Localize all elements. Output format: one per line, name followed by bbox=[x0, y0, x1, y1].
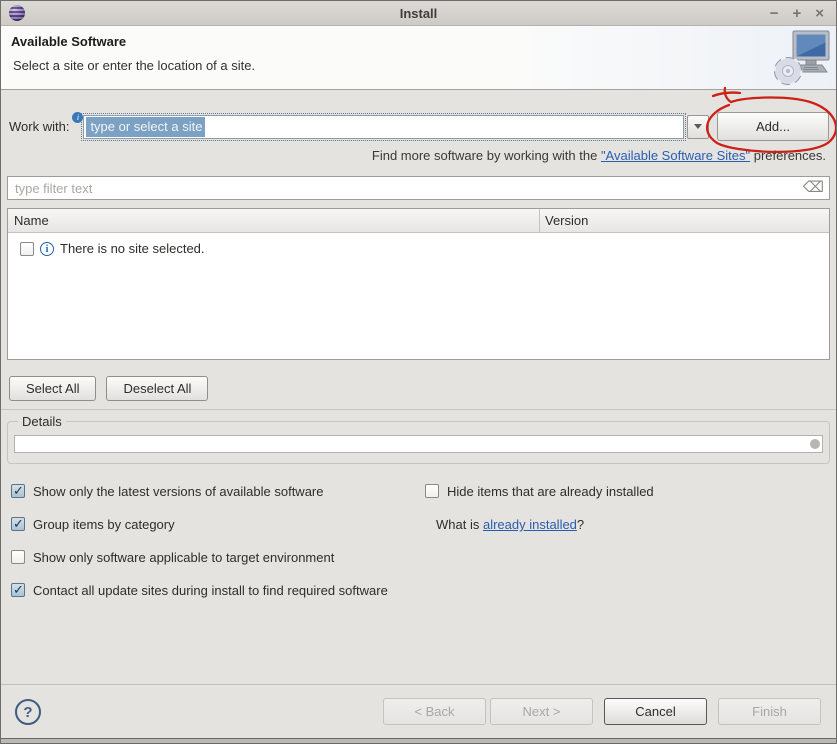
window-bottom-border bbox=[1, 738, 836, 744]
checkbox[interactable] bbox=[425, 484, 439, 498]
combo-selected-text: type or select a site bbox=[86, 117, 205, 137]
find-more-software-hint: Find more software by working with the "… bbox=[1, 148, 826, 163]
page-subtitle: Select a site or enter the location of a… bbox=[1, 49, 836, 73]
checkbox-label: Group items by category bbox=[33, 517, 175, 532]
filter-input[interactable] bbox=[7, 176, 830, 200]
table-row[interactable]: i There is no site selected. bbox=[8, 233, 829, 256]
table-header: Name Version bbox=[8, 209, 829, 233]
filter-field-wrap: ⌫ bbox=[7, 176, 830, 200]
install-dialog: Install − + × Available Software Select … bbox=[0, 0, 837, 744]
install-software-icon bbox=[773, 29, 831, 87]
cancel-button[interactable]: Cancel bbox=[604, 698, 707, 725]
info-icon: i bbox=[40, 242, 54, 256]
available-software-sites-link[interactable]: "Available Software Sites" bbox=[601, 148, 750, 163]
add-button[interactable]: Add... bbox=[717, 112, 829, 141]
checkbox[interactable] bbox=[11, 550, 25, 564]
row-checkbox[interactable] bbox=[20, 242, 34, 256]
finish-button[interactable]: Finish bbox=[718, 698, 821, 725]
work-with-row: Work with: i type or select a site Add..… bbox=[9, 112, 829, 141]
option-hide-installed[interactable]: Hide items that are already installed bbox=[425, 484, 836, 498]
work-with-combo[interactable]: type or select a site bbox=[83, 115, 684, 139]
option-contact-update-sites[interactable]: Contact all update sites during install … bbox=[11, 583, 425, 597]
combo-dropdown-button[interactable] bbox=[687, 115, 709, 139]
column-header-name[interactable]: Name bbox=[8, 213, 539, 228]
deselect-all-button[interactable]: Deselect All bbox=[106, 376, 208, 401]
titlebar: Install − + × bbox=[1, 1, 836, 26]
details-label: Details bbox=[18, 414, 66, 429]
checkbox-label: Hide items that are already installed bbox=[447, 484, 654, 499]
checkbox-label: Show only the latest versions of availab… bbox=[33, 484, 324, 499]
selection-buttons-row: Select All Deselect All bbox=[9, 376, 836, 401]
options-area: Show only the latest versions of availab… bbox=[11, 484, 836, 616]
next-button[interactable]: Next > bbox=[490, 698, 593, 725]
separator bbox=[1, 409, 836, 410]
clear-filter-icon[interactable]: ⌫ bbox=[803, 179, 824, 197]
window-title: Install bbox=[1, 6, 836, 21]
page-title: Available Software bbox=[1, 26, 836, 49]
checkbox-label: Show only software applicable to target … bbox=[33, 550, 334, 565]
details-group: Details bbox=[7, 414, 830, 464]
options-left-column: Show only the latest versions of availab… bbox=[11, 484, 425, 616]
info-icon: i bbox=[72, 112, 83, 123]
back-button[interactable]: < Back bbox=[383, 698, 486, 725]
checkbox-label: Contact all update sites during install … bbox=[33, 583, 388, 598]
work-with-label: Work with: i bbox=[9, 119, 83, 134]
option-group-by-category[interactable]: Group items by category bbox=[11, 517, 425, 531]
what-is-installed-text: What is already installed? bbox=[436, 517, 836, 532]
help-icon[interactable]: ? bbox=[15, 699, 41, 725]
software-table: Name Version i There is no site selected… bbox=[7, 208, 830, 360]
row-text: There is no site selected. bbox=[60, 241, 205, 256]
checkbox[interactable] bbox=[11, 583, 25, 597]
select-all-button[interactable]: Select All bbox=[9, 376, 96, 401]
checkbox[interactable] bbox=[11, 484, 25, 498]
checkbox[interactable] bbox=[11, 517, 25, 531]
chevron-down-icon bbox=[694, 124, 702, 129]
spacer bbox=[1, 616, 836, 684]
already-installed-link[interactable]: already installed bbox=[483, 517, 577, 532]
wizard-header: Available Software Select a site or ente… bbox=[1, 26, 836, 90]
column-header-version[interactable]: Version bbox=[540, 213, 829, 228]
scrollbar-thumb[interactable] bbox=[810, 439, 820, 449]
footer-bar: ? < Back Next > Cancel Finish bbox=[1, 685, 836, 738]
details-text-field[interactable] bbox=[14, 435, 823, 453]
option-target-environment[interactable]: Show only software applicable to target … bbox=[11, 550, 425, 564]
option-show-latest[interactable]: Show only the latest versions of availab… bbox=[11, 484, 425, 498]
options-right-column: Hide items that are already installed Wh… bbox=[425, 484, 836, 616]
